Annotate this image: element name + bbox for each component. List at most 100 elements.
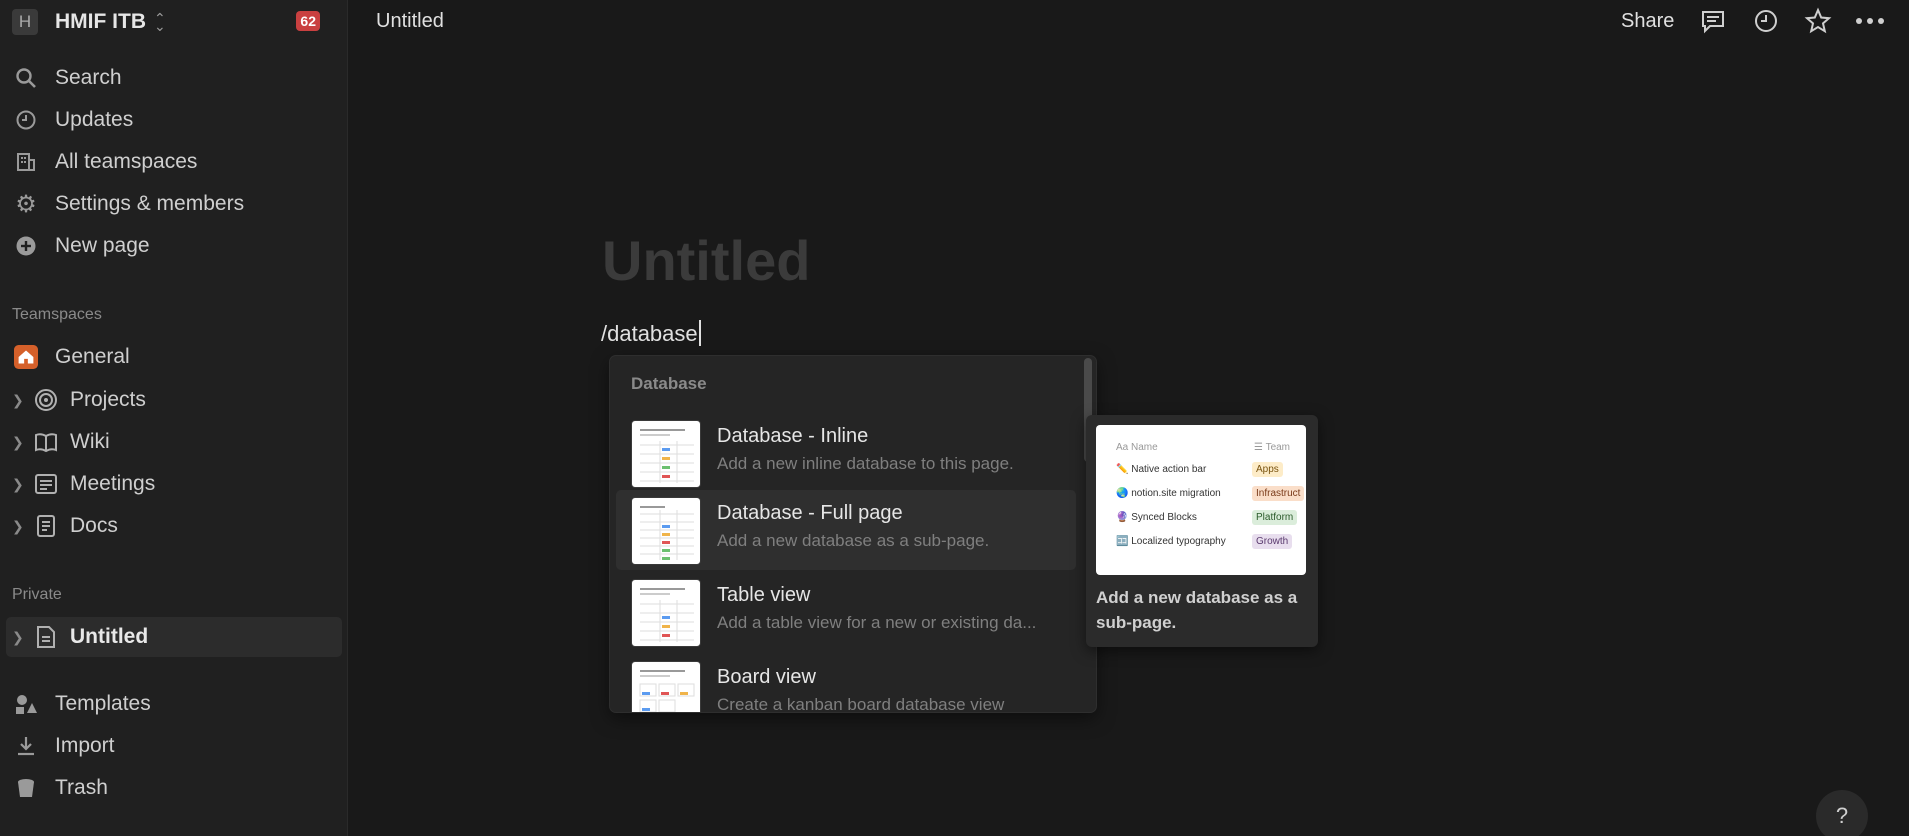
sidebar-item-trash[interactable]: Trash (0, 769, 348, 807)
sidebar-item-label: General (55, 345, 130, 368)
book-icon (34, 430, 58, 454)
slash-command-menu: Database Database - Inline Add a new inl… (610, 356, 1096, 712)
sidebar-item-label: Settings & members (55, 192, 245, 215)
sidebar-item-label: Templates (55, 692, 151, 715)
target-icon (34, 388, 58, 412)
help-button[interactable]: ? (1816, 790, 1868, 836)
preview-image: Aa Name ☰ Team ✏️ Native action bar Apps… (1096, 425, 1306, 575)
building-icon (14, 150, 38, 174)
slash-command-input[interactable]: /database (601, 320, 701, 347)
menu-item-title: Board view (717, 666, 816, 688)
preview-tag: Infrastruct (1252, 486, 1305, 501)
menu-item-database-full-page[interactable]: Database - Full page Add a new database … (616, 490, 1076, 570)
menu-section-heading: Database (631, 374, 707, 393)
chevron-right-icon[interactable]: ❯ (12, 518, 24, 535)
sidebar-item-label: Updates (55, 108, 134, 131)
workspace-name: HMIF ITB (55, 10, 146, 33)
sidebar-item-label: All teamspaces (55, 150, 198, 173)
sidebar-item-search[interactable]: Search (0, 59, 348, 97)
preview-row: 🌏 notion.site migration Infrastruct (1116, 485, 1306, 505)
preview-tag: Growth (1252, 534, 1293, 549)
sidebar-item-label: Meetings (70, 472, 156, 495)
preview-tag: Apps (1252, 462, 1283, 477)
preview-row: 🈁 Localized typography Growth (1116, 533, 1306, 553)
comment-icon[interactable] (1698, 6, 1728, 36)
sidebar-item-all-teamspaces[interactable]: All teamspaces (0, 143, 348, 181)
star-icon[interactable] (1803, 6, 1833, 36)
sidebar-item-label: Import (55, 734, 115, 757)
database-preview-card: Aa Name ☰ Team ✏️ Native action bar Apps… (1086, 415, 1318, 647)
table-thumbnail (631, 420, 701, 488)
pencil-icon: ✏️ (1116, 464, 1129, 475)
command-text: /database (601, 321, 698, 346)
preview-row-name: 🈁 Localized typography (1116, 536, 1226, 547)
private-section-label[interactable]: Private (12, 586, 62, 604)
search-icon (14, 66, 38, 90)
teamspaces-section-label[interactable]: Teamspaces (12, 306, 102, 324)
menu-item-title: Table view (717, 584, 811, 606)
sidebar-item-label: Search (55, 66, 122, 89)
chevron-right-icon[interactable]: ❯ (12, 434, 24, 451)
page-title-placeholder[interactable]: Untitled (602, 228, 810, 293)
chevron-right-icon[interactable]: ❯ (12, 392, 24, 409)
sidebar-item-meetings[interactable]: ❯ Meetings (0, 465, 348, 503)
preview-caption: Add a new database as a sub-page. (1096, 588, 1298, 632)
sidebar-item-projects[interactable]: ❯ Projects (0, 381, 348, 419)
plus-circle-icon (14, 234, 38, 258)
menu-item-table-view[interactable]: Table view Add a table view for a new or… (616, 572, 1076, 652)
sidebar-item-new-page[interactable]: New page (0, 227, 348, 265)
menu-item-title: Database - Inline (717, 425, 869, 447)
sidebar-item-templates[interactable]: Templates (0, 685, 348, 723)
sidebar-item-label: Projects (70, 388, 146, 411)
templates-icon (14, 692, 38, 716)
sidebar-item-settings[interactable]: ⚙ Settings & members (0, 185, 348, 223)
chevron-updown-icon: ⌃ ⌄ (153, 10, 166, 34)
clock-icon (14, 108, 38, 132)
menu-item-description: Add a table view for a new or existing d… (717, 613, 1037, 632)
menu-item-description: Create a kanban board database view (717, 695, 1005, 712)
sidebar: H HMIF ITB ⌃ ⌄ 62 Search Updates All team… (0, 0, 348, 836)
sidebar-item-untitled[interactable]: ❯ Untitled (0, 618, 348, 656)
preview-tag: Platform (1252, 510, 1298, 525)
preview-column-name: Aa Name (1116, 442, 1158, 453)
breadcrumb-page-title[interactable]: Untitled (376, 10, 444, 33)
workspace-avatar: H (12, 9, 38, 35)
workspace-switcher[interactable]: H HMIF ITB ⌃ ⌄ 62 (12, 8, 342, 36)
board-thumbnail (631, 661, 701, 712)
page-icon (34, 625, 58, 649)
globe-icon: 🌏 (1116, 488, 1129, 499)
sidebar-item-docs[interactable]: ❯ Docs (0, 507, 348, 545)
sidebar-item-updates[interactable]: Updates (0, 101, 348, 139)
sidebar-item-label: Docs (70, 514, 118, 537)
preview-column-team: ☰ Team (1254, 442, 1291, 453)
sidebar-item-import[interactable]: Import (0, 727, 348, 765)
notes-icon (34, 472, 58, 496)
sidebar-item-label: New page (55, 234, 150, 257)
chevron-right-icon[interactable]: ❯ (12, 629, 24, 646)
translate-icon: 🈁 (1116, 536, 1129, 547)
menu-item-description: Add a new inline database to this page. (717, 454, 1014, 473)
menu-item-board-view[interactable]: Board view Create a kanban board databas… (616, 654, 1076, 712)
sidebar-item-wiki[interactable]: ❯ Wiki (0, 423, 348, 461)
trash-icon (14, 776, 38, 800)
menu-item-title: Database - Full page (717, 502, 903, 524)
home-icon (14, 345, 38, 369)
preview-row-name: ✏️ Native action bar (1116, 464, 1207, 475)
doc-icon (34, 514, 58, 538)
sidebar-item-general[interactable]: General (0, 338, 348, 376)
preview-row-name: 🔮 Synced Blocks (1116, 512, 1197, 523)
preview-row: ✏️ Native action bar Apps (1116, 461, 1306, 481)
chevron-right-icon[interactable]: ❯ (12, 476, 24, 493)
history-icon[interactable] (1751, 6, 1781, 36)
sidebar-item-label: Untitled (70, 625, 149, 648)
preview-row: 🔮 Synced Blocks Platform (1116, 509, 1306, 529)
more-icon[interactable] (1855, 6, 1885, 36)
import-icon (14, 734, 38, 758)
gear-icon: ⚙ (15, 190, 37, 218)
table-thumbnail (631, 497, 701, 565)
table-thumbnail (631, 579, 701, 647)
share-button[interactable]: Share (1621, 10, 1674, 33)
menu-item-database-inline[interactable]: Database - Inline Add a new inline datab… (616, 413, 1076, 493)
crystal-icon: 🔮 (1116, 512, 1129, 523)
text-caret (698, 320, 701, 346)
